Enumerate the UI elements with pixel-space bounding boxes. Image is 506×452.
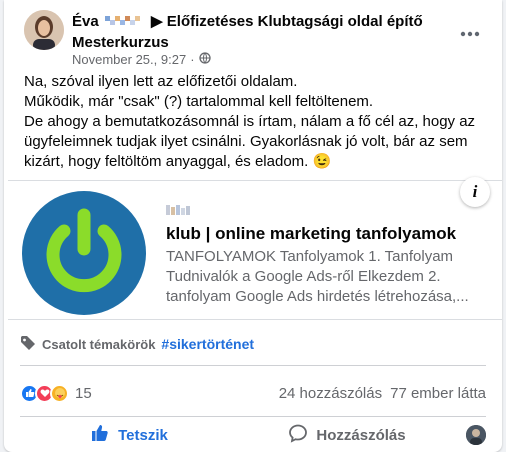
divider [20, 365, 486, 366]
author-group-line: Éva ▶ Előfizetéses Klubtagsági oldal épí… [72, 11, 452, 53]
like-button[interactable]: Tetszik [20, 420, 238, 450]
more-dots-icon[interactable] [454, 18, 486, 50]
link-text-block: klub | online marketing tanfolyamok TANF… [166, 201, 491, 307]
link-description: TANFOLYAMOK Tanfolyamok 1. Tanfolyam Tud… [166, 247, 491, 307]
comment-count[interactable]: 24 hozzászólás [279, 385, 382, 402]
post-text-line: Na, szóval ilyen lett az előfizetői olda… [24, 73, 298, 90]
link-thumbnail[interactable] [22, 191, 146, 315]
link-description-line: tanfolyam Google Ads hirdetés létrehozás… [166, 288, 469, 305]
like-label: Tetszik [118, 426, 168, 444]
post-card: Éva ▶ Előfizetéses Klubtagsági oldal épí… [4, 0, 502, 452]
post-text-line: Működik, már "csak" (?) tartalommal kell… [24, 93, 374, 110]
reaction-icons[interactable] [20, 383, 69, 403]
divider [20, 416, 486, 417]
comment-button[interactable]: Hozzászólás [238, 420, 456, 450]
link-description-line: Tudnivalók a Google Ads-ről Elkezdem 2. [166, 268, 441, 285]
link-description-line: TANFOLYAMOK Tanfolyamok 1. Tanfolyam [166, 248, 454, 265]
link-preview[interactable]: klub | online marketing tanfolyamok TANF… [8, 177, 502, 320]
redacted-domain [166, 201, 491, 219]
view-count[interactable]: 77 ember látta [390, 385, 486, 402]
post-header: Éva ▶ Előfizetéses Klubtagsági oldal épí… [16, 8, 490, 67]
link-title[interactable]: klub | online marketing tanfolyamok [166, 223, 491, 245]
stats-right: 24 hozzászólás 77 ember látta [279, 385, 486, 402]
reactions-bar: 15 24 hozzászólás 77 ember látta [20, 381, 486, 405]
redacted-name-block [104, 13, 145, 27]
tag-icon [20, 335, 36, 354]
thumbs-up-icon [90, 423, 110, 447]
power-icon [46, 208, 122, 293]
reaction-count[interactable]: 15 [75, 385, 92, 402]
care-reaction-icon [50, 383, 69, 403]
action-bar: Tetszik Hozzászólás [20, 420, 486, 450]
topic-tag[interactable]: #sikertörténet [161, 336, 254, 352]
author-name[interactable]: Éva [72, 13, 99, 30]
timestamp[interactable]: November 25., 9:27 [72, 52, 186, 67]
topics-row: Csatolt témakörök #sikertörténet [20, 334, 254, 354]
post-meta: November 25., 9:27 · [72, 52, 211, 67]
post-text-line: De ahogy a bemutatkozásomnál is írtam, n… [24, 113, 476, 170]
comment-as-selector[interactable] [456, 425, 486, 445]
post-body: Na, szóval ilyen lett az előfizetői olda… [24, 72, 494, 172]
comment-label: Hozzászólás [316, 426, 406, 444]
info-icon[interactable]: i [460, 177, 490, 207]
avatar[interactable] [24, 10, 64, 50]
meta-dot: · [190, 52, 195, 67]
comment-bubble-icon [288, 423, 308, 447]
topics-label: Csatolt témakörök [42, 336, 156, 352]
viewer-avatar [466, 425, 486, 445]
arrow-icon: ▶ [151, 13, 163, 30]
globe-icon [198, 52, 211, 67]
